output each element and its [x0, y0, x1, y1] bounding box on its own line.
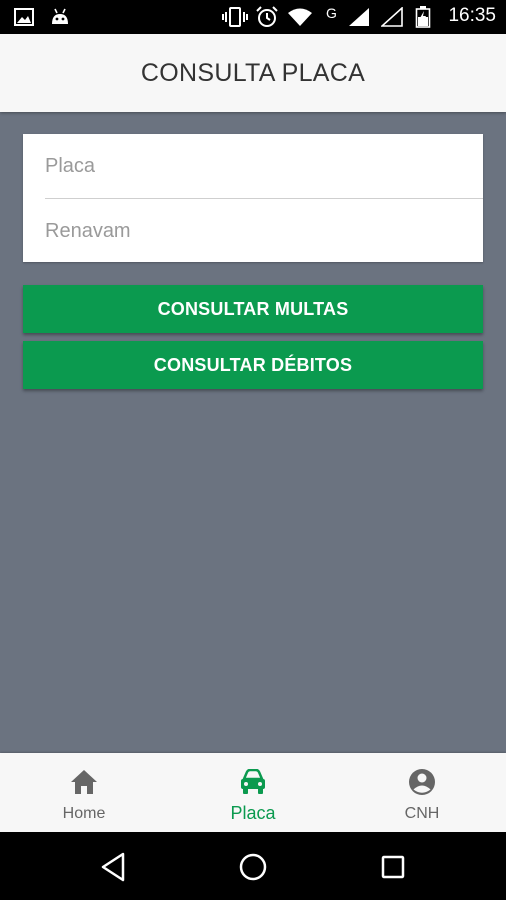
nav-item-home[interactable]: Home [0, 753, 168, 832]
nav-label-cnh: CNH [404, 805, 440, 822]
nav-label-home: Home [62, 805, 106, 822]
system-navigation-bar [0, 832, 506, 900]
battery-icon [415, 6, 431, 28]
nav-label-placa: Placa [230, 803, 276, 823]
form-card [23, 134, 483, 263]
home-circle-icon[interactable] [236, 850, 270, 884]
back-icon[interactable] [96, 850, 130, 884]
vibrate-icon [222, 6, 248, 28]
signal-icon [348, 6, 370, 28]
car-icon [239, 767, 267, 797]
app-bar: CONSULTA PLACA [0, 34, 506, 112]
status-bar: G 16:35 [0, 0, 506, 34]
alarm-icon [255, 6, 279, 28]
recents-icon[interactable] [376, 850, 410, 884]
consultar-debitos-button[interactable]: CONSULTAR DÉBITOS [23, 341, 483, 389]
nav-item-cnh[interactable]: CNH [338, 753, 506, 832]
wifi-icon [287, 6, 313, 28]
home-icon [70, 767, 98, 797]
page-title: CONSULTA PLACA [140, 58, 366, 87]
placa-input[interactable] [45, 134, 483, 198]
consultar-multas-button[interactable]: CONSULTAR MULTAS [23, 285, 483, 333]
bottom-navigation: Home Placa CNH [0, 753, 506, 832]
network-type-label: G [326, 5, 337, 21]
android-icon [50, 6, 70, 28]
signal-empty-icon [381, 6, 403, 28]
status-time: 16:35 [448, 5, 496, 26]
nav-item-placa[interactable]: Placa [169, 753, 337, 832]
renavam-input[interactable] [45, 199, 483, 263]
account-circle-icon [408, 767, 436, 797]
image-icon [14, 6, 34, 28]
